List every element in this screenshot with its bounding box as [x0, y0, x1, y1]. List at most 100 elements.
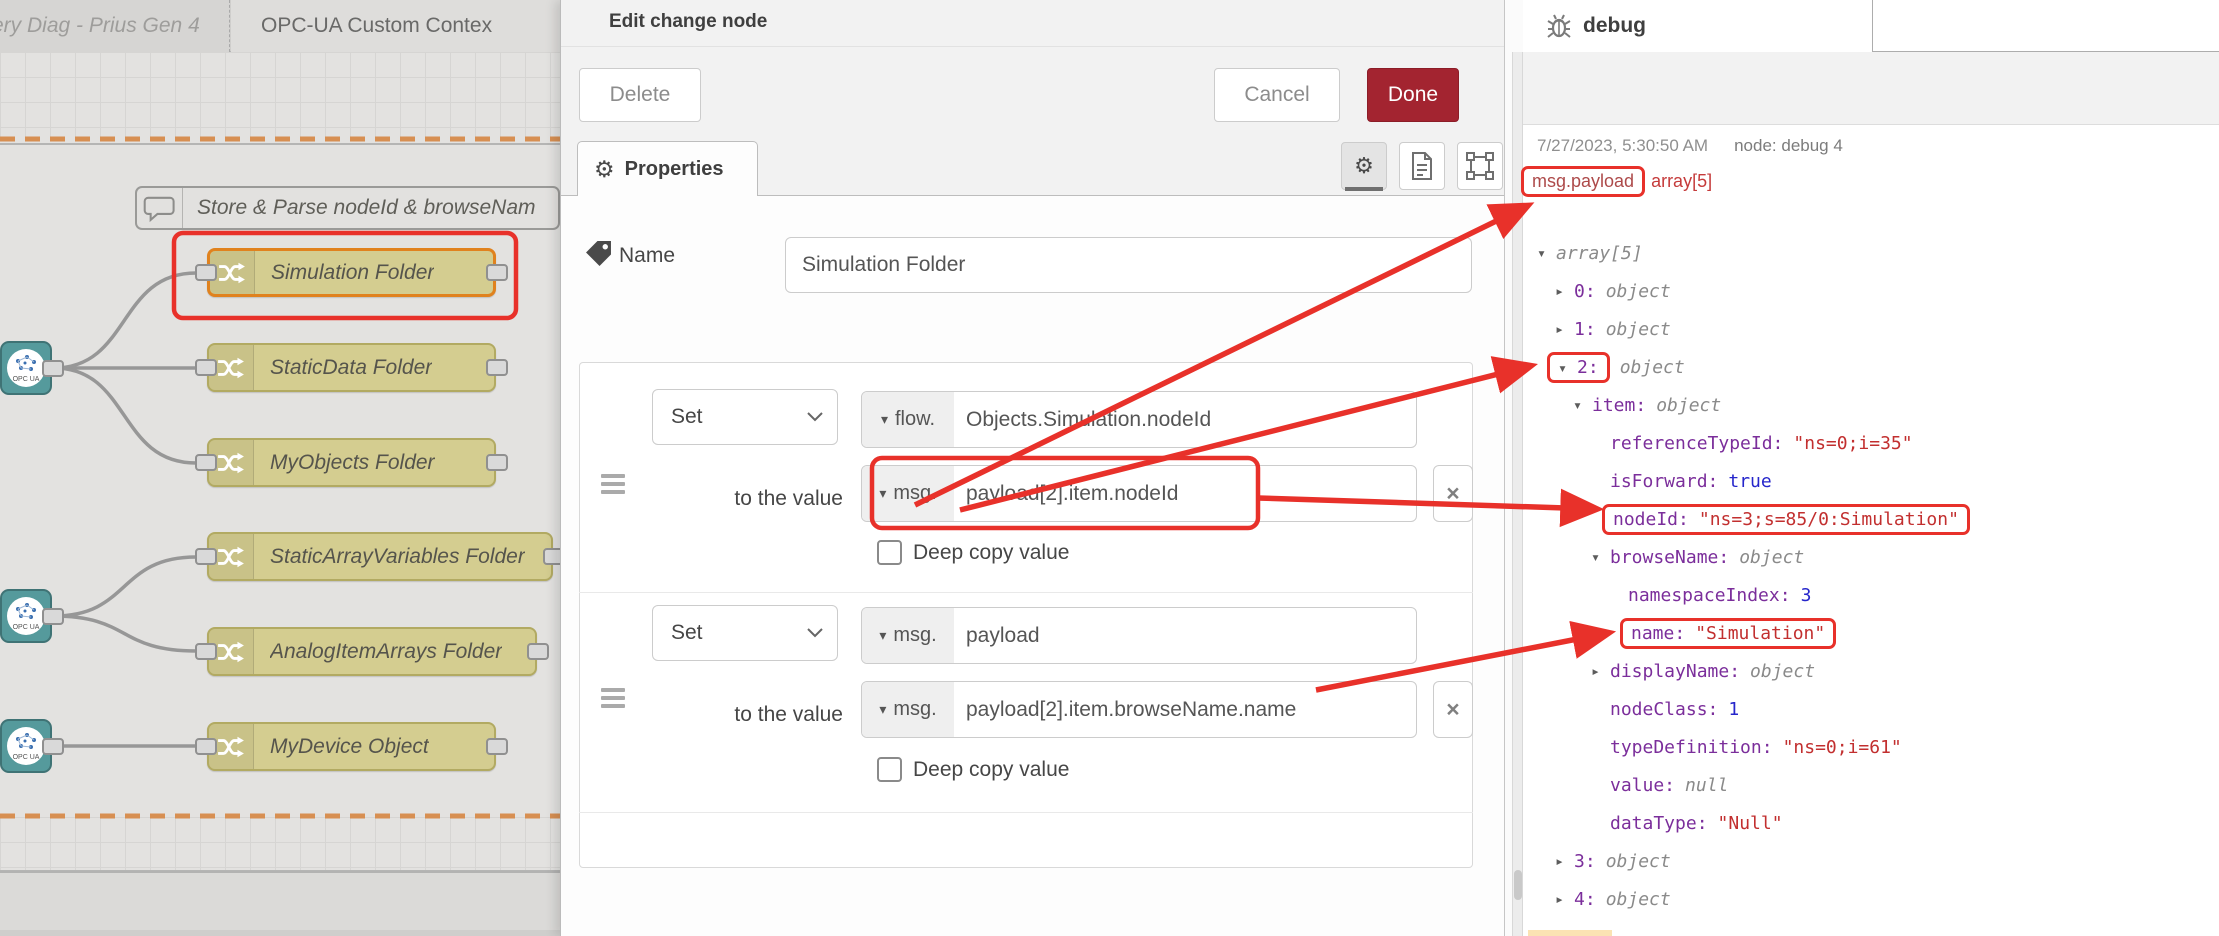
- property-value: Objects.Simulation.nodeId: [954, 392, 1211, 447]
- debug-tree-row[interactable]: nodeClass:1: [1537, 690, 2197, 728]
- tree-key: displayName:: [1610, 661, 1740, 682]
- node-output-port[interactable]: [486, 359, 508, 376]
- debug-tree-row[interactable]: ▸4:object: [1537, 880, 2197, 918]
- debug-tree-row[interactable]: ▾array[5]: [1537, 234, 2197, 272]
- tree-value: "ns=0;i=61": [1783, 737, 1902, 758]
- property-type-select[interactable]: ▾msg.: [862, 466, 954, 521]
- cancel-button[interactable]: Cancel: [1214, 68, 1340, 122]
- canvas-scroll-area[interactable]: [0, 871, 560, 936]
- flow-wire[interactable]: [54, 273, 196, 368]
- debug-tree-row[interactable]: ▸0:object: [1537, 272, 2197, 310]
- debug-tree-row[interactable]: ▾2:object: [1537, 348, 2197, 386]
- rule-target-input[interactable]: ▾msg. payload: [861, 607, 1417, 664]
- tab-debug[interactable]: debug: [1523, 0, 1873, 52]
- rule-value-input[interactable]: ▾msg. payload[2].item.nodeId: [861, 465, 1417, 522]
- properties-view-button[interactable]: ⚙: [1341, 142, 1387, 190]
- debug-tree-row[interactable]: ▸3:object: [1537, 842, 2197, 880]
- tree-value: object: [1606, 281, 1671, 302]
- node-output-port[interactable]: [486, 454, 508, 471]
- change-node[interactable]: StaticData Folder: [207, 343, 496, 392]
- comment-node[interactable]: Store & Parse nodeId & browseNam: [135, 186, 560, 230]
- workspace-tab-opcua-context[interactable]: OPC-UA Custom Contex: [231, 0, 560, 52]
- expand-icon[interactable]: ▸: [1591, 662, 1610, 680]
- rule-separator: [579, 812, 1473, 813]
- deep-copy-checkbox[interactable]: [877, 757, 902, 782]
- node-output-port[interactable]: [42, 608, 64, 625]
- delete-button[interactable]: Delete: [579, 68, 701, 122]
- change-node[interactable]: MyObjects Folder: [207, 438, 496, 487]
- node-output-port[interactable]: [486, 738, 508, 755]
- expand-icon[interactable]: ▸: [1555, 890, 1574, 908]
- node-input-port[interactable]: [195, 454, 217, 471]
- svg-text:OPC UA: OPC UA: [13, 754, 40, 761]
- change-node[interactable]: Simulation Folder: [207, 248, 496, 297]
- sidebar-resize-grip[interactable]: [1514, 870, 1522, 900]
- node-output-port[interactable]: [527, 643, 549, 660]
- debug-tree-row[interactable]: value:null: [1537, 766, 2197, 804]
- debug-payload-type: array[5]: [1651, 171, 1712, 191]
- rule-delete-button[interactable]: ×: [1433, 681, 1473, 738]
- property-type-select[interactable]: ▾flow.: [862, 392, 954, 447]
- node-input-port[interactable]: [195, 548, 217, 565]
- node-output-port[interactable]: [486, 264, 508, 281]
- flow-canvas[interactable]: ery Diag - Prius Gen 4 OPC-UA Custom Con…: [0, 0, 560, 936]
- flow-wire[interactable]: [54, 368, 196, 463]
- debug-payload-row[interactable]: msg.payloadarray[5]: [1529, 171, 1712, 192]
- expand-icon[interactable]: ▸: [1555, 320, 1574, 338]
- flow-wire[interactable]: [54, 557, 196, 616]
- property-type-select[interactable]: ▾msg.: [862, 608, 954, 663]
- node-input-port[interactable]: [195, 264, 217, 281]
- flow-wire[interactable]: [54, 616, 196, 651]
- rule-delete-button[interactable]: ×: [1433, 465, 1473, 522]
- rule-drag-handle[interactable]: [601, 688, 625, 708]
- done-button[interactable]: Done: [1367, 68, 1459, 122]
- debug-tree-row[interactable]: ▸displayName:object: [1537, 652, 2197, 690]
- rule-drag-handle[interactable]: [601, 474, 625, 494]
- canvas-scrollbar[interactable]: [0, 930, 560, 936]
- shuffle-icon: [217, 544, 245, 570]
- rule-action-select[interactable]: Set: [652, 389, 838, 445]
- collapse-icon[interactable]: ▾: [1573, 396, 1592, 414]
- collapse-icon[interactable]: ▾: [1558, 359, 1577, 377]
- debug-tree-row[interactable]: ▸1:object: [1537, 310, 2197, 348]
- rule-value-input[interactable]: ▾msg. payload[2].item.browseName.name: [861, 681, 1417, 738]
- collapse-icon[interactable]: ▾: [1591, 548, 1610, 566]
- property-type-select[interactable]: ▾msg.: [862, 682, 954, 737]
- debug-tree-row[interactable]: namespaceIndex:3: [1537, 576, 2197, 614]
- expand-icon[interactable]: ▸: [1555, 852, 1574, 870]
- collapse-icon[interactable]: ▾: [1537, 244, 1556, 262]
- debug-tree-row[interactable]: nodeId:"ns=3;s=85/0:Simulation": [1537, 500, 2197, 538]
- rule-target-input[interactable]: ▾flow. Objects.Simulation.nodeId: [861, 391, 1417, 448]
- annotation-box-tree-row: name:"Simulation": [1620, 618, 1836, 649]
- description-view-button[interactable]: [1399, 142, 1445, 190]
- debug-tree-row[interactable]: ▾browseName:object: [1537, 538, 2197, 576]
- name-input[interactable]: Simulation Folder: [785, 237, 1472, 293]
- debug-tree-row[interactable]: dataType:"Null": [1537, 804, 2197, 842]
- annotation-box-tree-row: nodeId:"ns=3;s=85/0:Simulation": [1602, 504, 1970, 535]
- workspace-tab-label: OPC-UA Custom Contex: [261, 14, 492, 38]
- tab-properties[interactable]: ⚙ Properties: [577, 141, 758, 196]
- rule-action-select[interactable]: Set: [652, 605, 838, 661]
- debug-tree-row[interactable]: typeDefinition:"ns=0;i=61": [1537, 728, 2197, 766]
- node-input-port[interactable]: [195, 359, 217, 376]
- node-output-port[interactable]: [543, 548, 560, 565]
- change-node[interactable]: MyDevice Object: [207, 722, 496, 771]
- expand-icon[interactable]: ▸: [1555, 282, 1574, 300]
- node-output-port[interactable]: [42, 738, 64, 755]
- change-node[interactable]: StaticArrayVariables Folder: [207, 532, 553, 581]
- node-input-port[interactable]: [195, 643, 217, 660]
- group-view-button[interactable]: [1457, 142, 1503, 190]
- debug-tree-row[interactable]: referenceTypeId:"ns=0;i=35": [1537, 424, 2197, 462]
- change-node-label: MyDevice Object: [270, 735, 429, 759]
- node-output-port[interactable]: [42, 360, 64, 377]
- tree-key: 4:: [1574, 889, 1596, 910]
- node-input-port[interactable]: [195, 738, 217, 755]
- shuffle-icon: [217, 639, 245, 665]
- workspace-tab-prius[interactable]: ery Diag - Prius Gen 4: [0, 0, 230, 52]
- change-node[interactable]: AnalogItemArrays Folder: [207, 627, 537, 676]
- debug-tree-row[interactable]: ▾item:object: [1537, 386, 2197, 424]
- debug-tree-row[interactable]: name:"Simulation": [1537, 614, 2197, 652]
- deep-copy-checkbox[interactable]: [877, 540, 902, 565]
- debug-tree-row[interactable]: isForward:true: [1537, 462, 2197, 500]
- opcua-icon: OPC UA: [5, 347, 47, 389]
